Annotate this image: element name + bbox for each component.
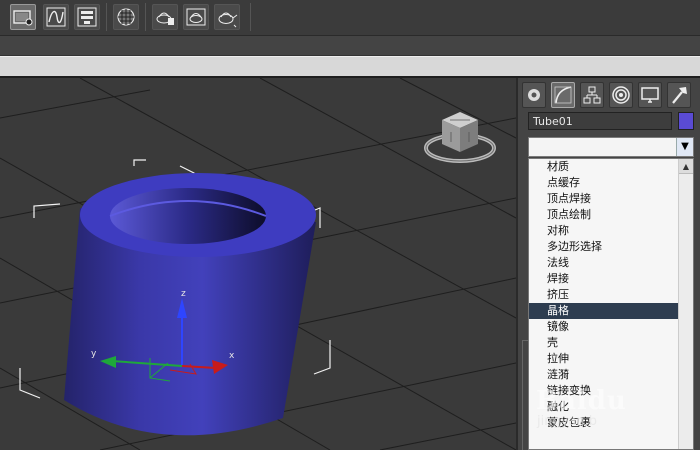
scroll-up-icon[interactable]: ▲ bbox=[679, 159, 693, 174]
hierarchy-tab-icon[interactable] bbox=[580, 82, 604, 108]
list-item[interactable]: 多边形选择 bbox=[529, 239, 693, 255]
list-item[interactable]: 镜像 bbox=[529, 319, 693, 335]
z-axis-label: z bbox=[181, 289, 186, 299]
render-teapot-icon[interactable] bbox=[214, 4, 240, 30]
secondary-toolbar bbox=[0, 36, 700, 56]
modifier-list-dropdown[interactable]: ▼ bbox=[528, 137, 694, 157]
watermark-url: jingyan.b bbox=[537, 414, 597, 429]
list-item[interactable]: 法线 bbox=[529, 255, 693, 271]
tube-object bbox=[64, 173, 316, 436]
y-axis-label: y bbox=[91, 349, 97, 359]
list-item[interactable]: 挤压 bbox=[529, 287, 693, 303]
schematic-view-icon[interactable] bbox=[74, 4, 100, 30]
ribbon-bar bbox=[0, 56, 700, 78]
create-tab-icon[interactable] bbox=[522, 82, 546, 108]
view-cube bbox=[424, 112, 496, 163]
utilities-tab-icon[interactable] bbox=[667, 82, 691, 108]
list-item[interactable]: 涟漪 bbox=[529, 367, 693, 383]
list-item[interactable]: 晶格 bbox=[529, 303, 693, 319]
x-axis-label: x bbox=[229, 351, 235, 361]
modify-tab-icon[interactable] bbox=[551, 82, 575, 108]
list-item[interactable]: 点缓存 bbox=[529, 175, 693, 191]
scene-explorer-icon[interactable] bbox=[10, 4, 36, 30]
display-tab-icon[interactable] bbox=[638, 82, 662, 108]
list-item[interactable]: 焊接 bbox=[529, 271, 693, 287]
list-item[interactable]: 对称 bbox=[529, 223, 693, 239]
material-editor-icon[interactable] bbox=[113, 4, 139, 30]
rendered-frame-icon[interactable] bbox=[183, 4, 209, 30]
curve-editor-icon[interactable] bbox=[43, 4, 69, 30]
list-item[interactable]: 顶点焊接 bbox=[529, 191, 693, 207]
chevron-down-icon[interactable]: ▼ bbox=[676, 138, 693, 156]
baidu-watermark: Baidu bbox=[536, 386, 627, 416]
list-item[interactable]: 拉伸 bbox=[529, 351, 693, 367]
perspective-viewport[interactable]: z y x bbox=[0, 78, 516, 450]
list-item[interactable]: 材质 bbox=[529, 159, 693, 175]
list-item[interactable]: 壳 bbox=[529, 335, 693, 351]
motion-tab-icon[interactable] bbox=[609, 82, 633, 108]
list-item[interactable]: 顶点绘制 bbox=[529, 207, 693, 223]
object-color-swatch[interactable] bbox=[678, 112, 694, 130]
main-toolbar bbox=[0, 0, 700, 36]
render-setup-icon[interactable] bbox=[152, 4, 178, 30]
object-name-field[interactable]: Tube01 bbox=[528, 112, 672, 130]
list-scrollbar[interactable]: ▲ bbox=[678, 159, 693, 449]
